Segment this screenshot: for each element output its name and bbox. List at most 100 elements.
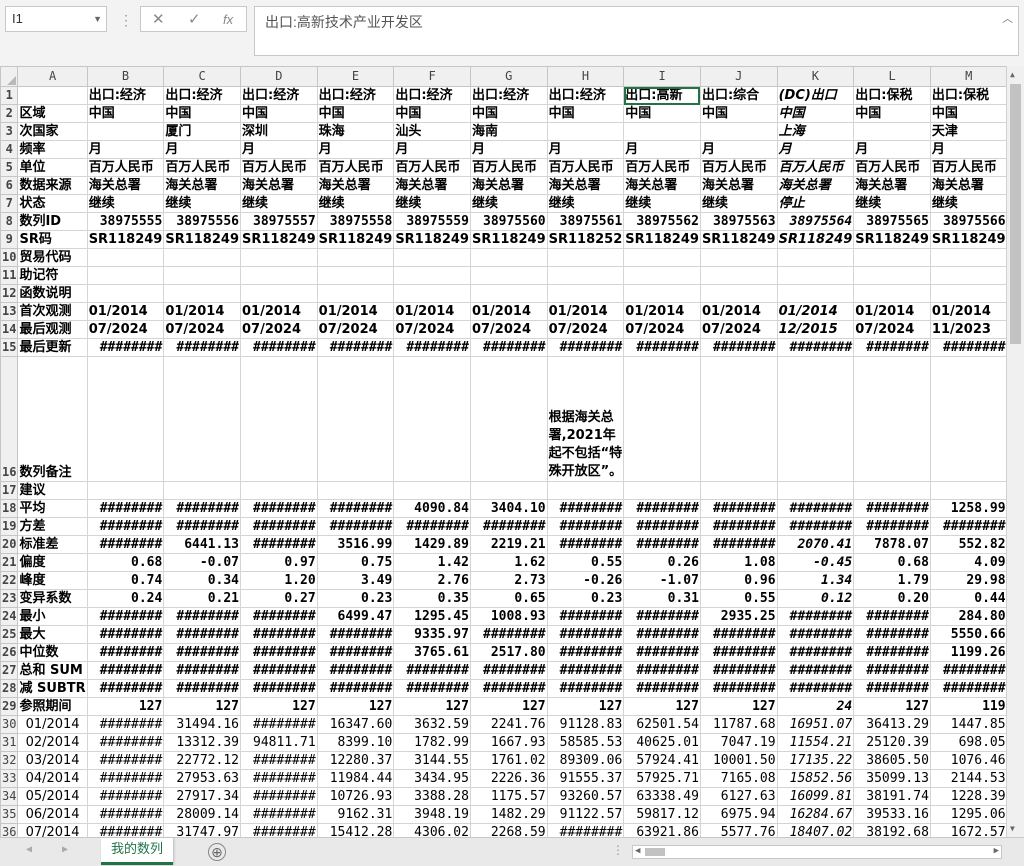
vertical-scroll-thumb[interactable] [1010, 84, 1021, 344]
cell-G2[interactable]: 中国 [469, 104, 548, 123]
cell-I8[interactable]: 38975562 [623, 212, 701, 231]
cell-I14[interactable]: 07/2024 [623, 320, 701, 339]
cell-F8[interactable]: 38975559 [393, 212, 471, 231]
row-header-10[interactable]: 10 [0, 248, 19, 267]
cell-D16[interactable] [240, 356, 318, 482]
cell-M16[interactable] [929, 356, 1006, 482]
cell-M5[interactable]: 百万人民币 [929, 158, 1006, 177]
cell-F29[interactable]: 127 [393, 697, 471, 716]
cell-J21[interactable]: 1.08 [699, 553, 778, 572]
cell-E34[interactable]: 10726.93 [316, 787, 395, 806]
cell-L23[interactable]: 0.20 [853, 589, 931, 608]
cell-D14[interactable]: 07/2024 [240, 320, 318, 339]
row-header-26[interactable]: 26 [0, 643, 19, 662]
cell-A23[interactable]: 变异系数 [17, 589, 88, 608]
cell-E26[interactable]: ######## [316, 643, 395, 662]
cell-K24[interactable]: ######## [776, 607, 855, 626]
cell-C22[interactable]: 0.34 [163, 571, 241, 590]
cell-E10[interactable] [316, 248, 395, 267]
cell-C10[interactable] [163, 248, 241, 267]
cell-F14[interactable]: 07/2024 [393, 320, 471, 339]
cell-L9[interactable]: SR118249 [853, 230, 931, 249]
cell-J16[interactable] [699, 356, 778, 482]
cell-G31[interactable]: 1667.93 [469, 733, 548, 752]
cell-E19[interactable]: ######## [316, 517, 395, 536]
cell-K13[interactable]: 01/2014 [776, 302, 855, 321]
cell-I7[interactable]: 继续 [623, 194, 701, 213]
row-header-18[interactable]: 18 [0, 499, 19, 518]
cell-M17[interactable] [929, 481, 1006, 500]
cell-F22[interactable]: 2.76 [393, 571, 471, 590]
cell-E16[interactable] [316, 356, 395, 482]
row-header-7[interactable]: 7 [0, 194, 19, 213]
row-header-2[interactable]: 2 [0, 104, 19, 123]
cell-K11[interactable] [776, 266, 855, 285]
row-header-22[interactable]: 22 [0, 571, 19, 590]
cell-D10[interactable] [240, 248, 318, 267]
cell-F19[interactable]: ######## [393, 517, 471, 536]
cell-M12[interactable] [929, 284, 1006, 303]
cell-A21[interactable]: 偏度 [17, 553, 88, 572]
cell-E5[interactable]: 百万人民币 [316, 158, 395, 177]
cell-I19[interactable]: ######## [623, 517, 701, 536]
cell-D7[interactable]: 继续 [240, 194, 318, 213]
cell-D26[interactable]: ######## [240, 643, 318, 662]
cell-A14[interactable]: 最后观测 [17, 320, 88, 339]
cell-F16[interactable] [393, 356, 471, 482]
cell-H4[interactable]: 月 [546, 140, 625, 159]
cell-G21[interactable]: 1.62 [469, 553, 548, 572]
cell-K33[interactable]: 15852.56 [776, 769, 855, 788]
cell-K14[interactable]: 12/2015 [776, 320, 855, 339]
cell-H20[interactable]: ######## [546, 535, 625, 554]
cell-E9[interactable]: SR118249 [316, 230, 395, 249]
cell-J30[interactable]: 11787.68 [699, 715, 778, 734]
cell-F1[interactable]: 出口:经济 [393, 86, 471, 105]
cell-L33[interactable]: 35099.13 [853, 769, 931, 788]
cell-A6[interactable]: 数据来源 [17, 176, 88, 195]
cell-G1[interactable]: 出口:经济 [469, 86, 548, 105]
cell-I1[interactable]: 出口:高新 [623, 86, 701, 105]
cell-I10[interactable] [623, 248, 701, 267]
cell-H9[interactable]: SR118252 [546, 230, 625, 249]
collapse-formula-bar-icon[interactable]: ︿ [1002, 10, 1013, 26]
cell-B22[interactable]: 0.74 [86, 571, 165, 590]
cell-D25[interactable]: ######## [240, 625, 318, 644]
cell-J18[interactable]: ######## [699, 499, 778, 518]
cell-J20[interactable]: ######## [699, 535, 778, 554]
row-header-14[interactable]: 14 [0, 320, 19, 339]
cell-B20[interactable]: ######## [86, 535, 165, 554]
column-header-M[interactable]: M [929, 66, 1006, 87]
cell-K2[interactable]: 中国 [776, 104, 855, 123]
cell-C17[interactable] [163, 481, 241, 500]
cell-D29[interactable]: 127 [240, 697, 318, 716]
cell-M25[interactable]: 5550.66 [929, 625, 1006, 644]
cell-L22[interactable]: 1.79 [853, 571, 931, 590]
row-header-20[interactable]: 20 [0, 535, 19, 554]
cell-A7[interactable]: 状态 [17, 194, 88, 213]
cell-J27[interactable]: ######## [699, 661, 778, 680]
cell-M20[interactable]: 552.82 [929, 535, 1006, 554]
row-header-4[interactable]: 4 [0, 140, 19, 159]
cell-D15[interactable]: ######## [240, 338, 318, 357]
cell-K15[interactable]: ######## [776, 338, 855, 357]
cell-I33[interactable]: 57925.71 [623, 769, 701, 788]
cell-M23[interactable]: 0.44 [929, 589, 1006, 608]
cell-I27[interactable]: ######## [623, 661, 701, 680]
cell-B26[interactable]: ######## [86, 643, 165, 662]
cell-K16[interactable] [776, 356, 855, 482]
cell-J4[interactable]: 月 [699, 140, 778, 159]
cell-H14[interactable]: 07/2024 [546, 320, 625, 339]
row-header-33[interactable]: 33 [0, 769, 19, 788]
cell-M36[interactable]: 1672.57 [929, 823, 1006, 837]
cell-L30[interactable]: 36413.29 [853, 715, 931, 734]
cell-D13[interactable]: 01/2014 [240, 302, 318, 321]
row-header-28[interactable]: 28 [0, 679, 19, 698]
cell-B32[interactable]: ######## [86, 751, 165, 770]
cell-I28[interactable]: ######## [623, 679, 701, 698]
cell-K6[interactable]: 海关总署 [776, 176, 855, 195]
cell-F2[interactable]: 中国 [393, 104, 471, 123]
cell-J1[interactable]: 出口:综合 [699, 86, 778, 105]
cell-G34[interactable]: 1175.57 [469, 787, 548, 806]
row-header-32[interactable]: 32 [0, 751, 19, 770]
row-header-30[interactable]: 30 [0, 715, 19, 734]
